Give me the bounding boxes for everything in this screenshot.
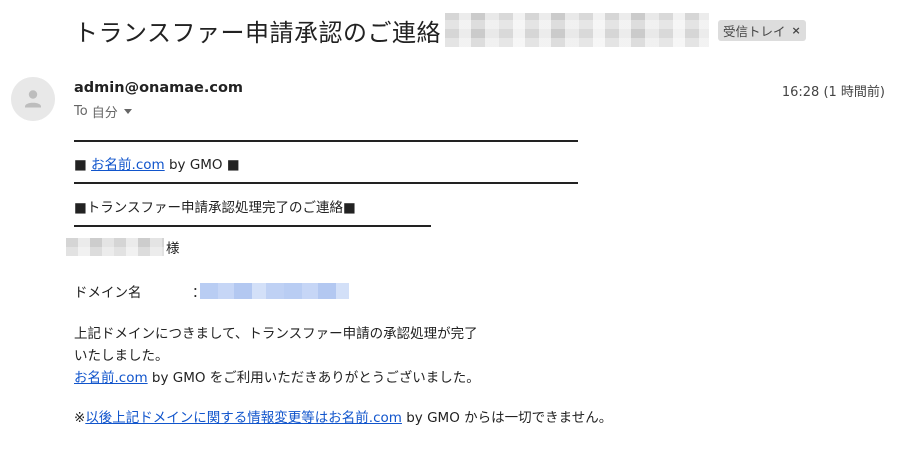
message-line-rest: by GMO をご利用いただきありがとうございました。 (147, 370, 480, 386)
recipient-greeting: 様 (66, 237, 180, 257)
note-rest: by GMO からは一切できません。 (401, 410, 613, 426)
email-timestamp: 16:28 (1 時間前) (781, 85, 885, 100)
inbox-label[interactable]: 受信トレイ × (718, 19, 806, 41)
redacted-domain-name (200, 283, 349, 299)
brand-prefix: ■ (74, 157, 92, 173)
brand-suffix: by GMO ■ (164, 157, 240, 173)
message-line: いたしました。 (74, 348, 169, 364)
recipient-line[interactable]: To 自分 (74, 102, 132, 121)
subject-row: トランスファー申請承認のご連絡 受信トレイ × (74, 12, 806, 48)
divider (74, 140, 578, 142)
message-line: 上記ドメインにつきまして、トランスファー申請の承認処理が完了 (74, 326, 478, 342)
body-heading: ■トランスファー申請承認処理完了のご連絡■ (74, 200, 356, 216)
brand-link[interactable]: お名前.com (91, 157, 165, 173)
onamae-link[interactable]: お名前.com (74, 370, 148, 386)
redacted-subject-text (445, 13, 710, 47)
email-subject: トランスファー申請承認のご連絡 (74, 18, 442, 47)
close-icon[interactable]: × (792, 24, 801, 37)
domain-colon: ： (192, 285, 206, 301)
redacted-recipient-name (66, 238, 164, 256)
to-prefix: To (74, 104, 88, 119)
note-line: ※以後上記ドメインに関する情報変更等はお名前.com by GMO からは一切で… (74, 406, 612, 426)
domain-label: ドメイン名 (74, 285, 142, 301)
divider (74, 182, 578, 184)
chevron-down-icon[interactable] (123, 109, 132, 114)
brand-line: ■ お名前.com by GMO ■ (74, 153, 240, 173)
inbox-label-text: 受信トレイ (723, 23, 786, 39)
note-prefix: ※ (74, 410, 86, 426)
sender-email[interactable]: admin@onamae.com (74, 80, 243, 96)
person-avatar-icon[interactable] (11, 77, 55, 121)
recipient-suffix: 様 (166, 241, 180, 257)
divider (74, 225, 431, 227)
note-link[interactable]: 以後上記ドメインに関する情報変更等はお名前.com (85, 410, 402, 426)
message-line: お名前.com by GMO をご利用いただきありがとうございました。 (74, 366, 480, 386)
domain-row: ドメイン名 ： (74, 281, 349, 301)
to-value: 自分 (91, 106, 118, 121)
